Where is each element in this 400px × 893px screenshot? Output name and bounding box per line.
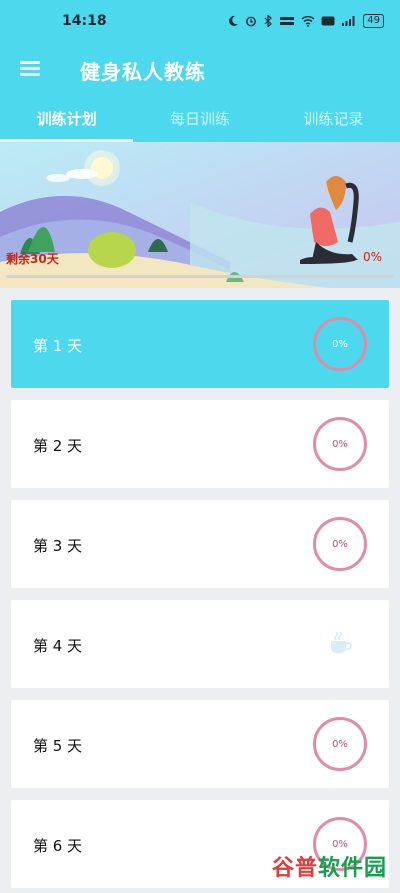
day-label: 第 6 天 (33, 837, 83, 855)
status-time: 14:18 (62, 13, 107, 29)
tab-daily-training[interactable]: 每日训练 (133, 96, 266, 142)
toolbar: 健身私人教练 (0, 44, 400, 96)
menu-icon[interactable] (18, 58, 44, 80)
day-label: 第 2 天 (33, 437, 83, 455)
page-title: 健身私人教练 (80, 60, 206, 84)
day-label: 第 1 天 (33, 337, 83, 355)
day-card[interactable]: 第 2 天 0% (11, 400, 389, 488)
day-card[interactable]: 第 5 天 0% (11, 700, 389, 788)
progress-ring: 0% (313, 417, 367, 471)
bluetooth-icon (263, 15, 273, 27)
overall-progress-text: 0% (362, 250, 382, 264)
status-bar: 14:18 49 (0, 0, 400, 44)
progress-ring: 0% (313, 717, 367, 771)
tab-bar: 训练计划 每日训练 训练记录 (0, 96, 400, 142)
day-label: 第 3 天 (33, 537, 83, 555)
battery-indicator: 49 (363, 14, 384, 28)
status-icons: 49 (227, 14, 384, 28)
days-remaining: 剩余30天 (6, 252, 59, 266)
moon-icon (227, 15, 239, 27)
progress-ring: 0% (313, 317, 367, 371)
tab-training-records[interactable]: 训练记录 (267, 96, 400, 142)
overall-progress-bar (6, 275, 394, 278)
wifi-icon (301, 15, 315, 27)
day-label: 第 4 天 (33, 637, 83, 655)
signal-icon (341, 15, 357, 27)
progress-ring: 0% (313, 517, 367, 571)
watermark: 谷普软件园 (272, 856, 388, 881)
day-card[interactable]: 第 1 天 0% (11, 300, 389, 388)
alarm-icon (245, 15, 257, 27)
coffee-cup-icon (331, 631, 352, 653)
day-card[interactable]: 第 4 天 (11, 600, 389, 688)
day-card[interactable]: 第 3 天 0% (11, 500, 389, 588)
hd-icon (321, 15, 335, 27)
network-speed-icon (279, 15, 295, 27)
day-label: 第 5 天 (33, 737, 83, 755)
tab-training-plan[interactable]: 训练计划 (0, 96, 134, 142)
yoga-banner-illustration (0, 142, 400, 288)
day-list: 第 1 天 0% 第 2 天 0% 第 3 天 0% 第 4 天第 5 天 0% 第 6 天 0% (11, 300, 389, 893)
